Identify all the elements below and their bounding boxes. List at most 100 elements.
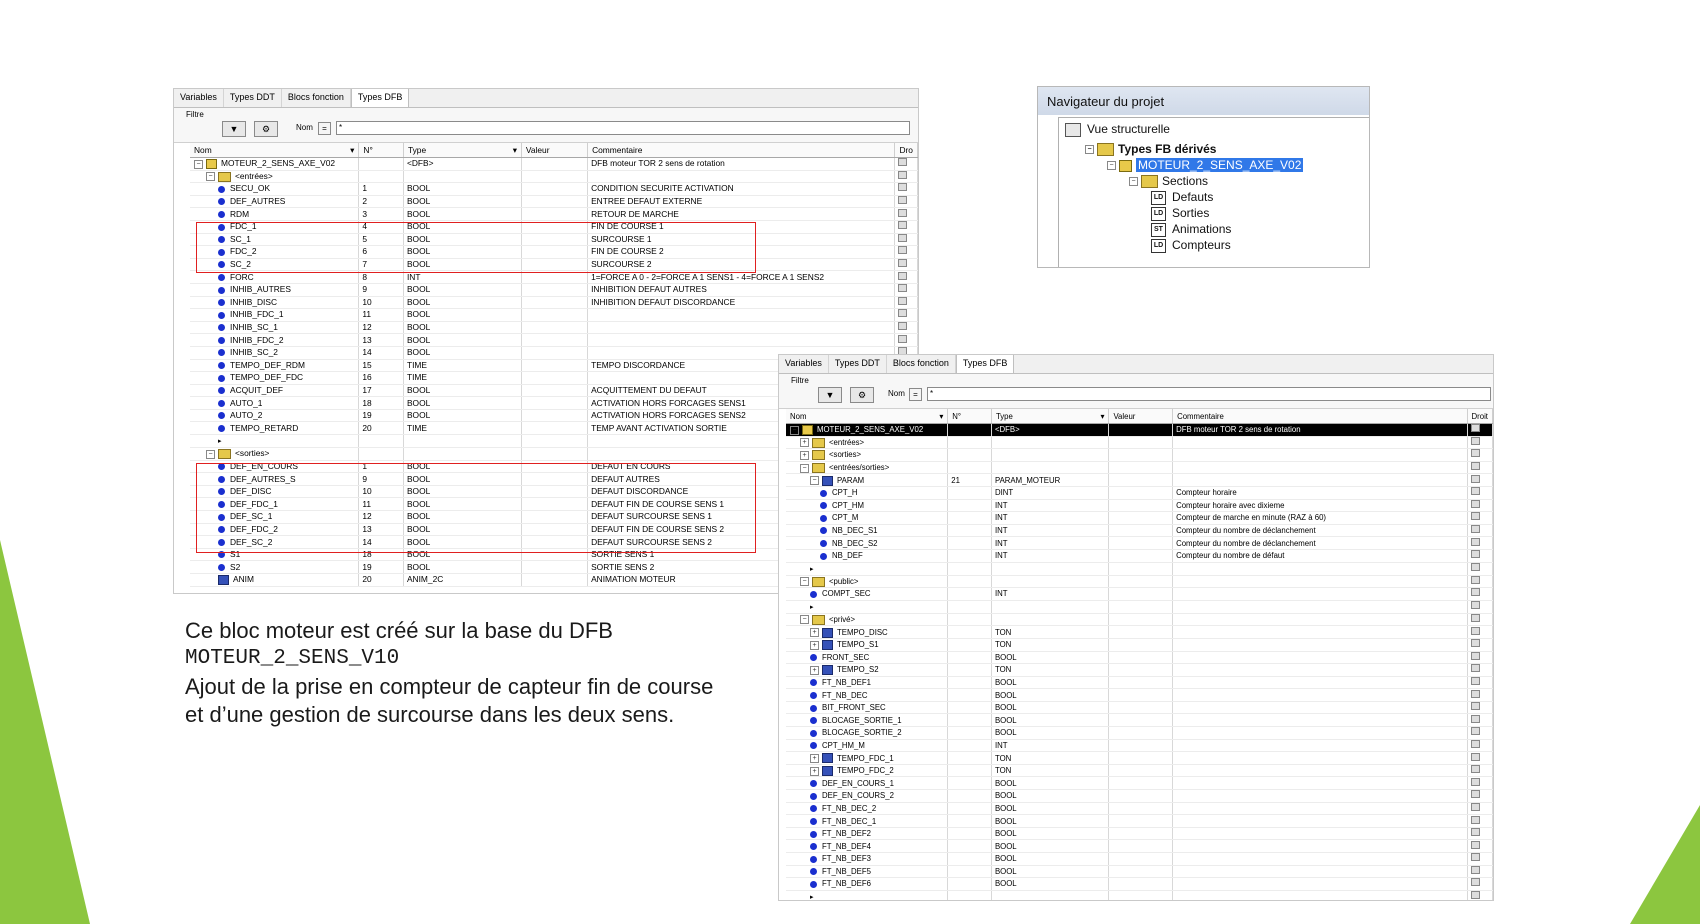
filter-icon[interactable]: ▼ xyxy=(222,121,246,137)
cell-droit[interactable] xyxy=(1467,701,1493,715)
cell-droit[interactable] xyxy=(1467,776,1493,791)
access-rights-icon[interactable] xyxy=(1470,790,1480,799)
filter-input[interactable]: * xyxy=(336,121,910,135)
access-rights-icon[interactable] xyxy=(898,170,908,179)
cell-droit[interactable] xyxy=(1467,651,1493,665)
table-row[interactable]: − <public> xyxy=(786,575,1493,589)
cell-droit[interactable] xyxy=(894,283,918,297)
table-row[interactable]: − MOTEUR_2_SENS_AXE_V02 <DFB> DFB moteur TO… xyxy=(786,423,1493,437)
cell-droit[interactable] xyxy=(1467,676,1493,690)
tab-blocs-fonction[interactable]: Blocs fonction xyxy=(282,89,351,107)
column-header-1[interactable]: N° xyxy=(358,143,404,158)
cell-droit[interactable] xyxy=(1467,625,1493,639)
cell-value[interactable] xyxy=(1108,814,1174,828)
tab-types-ddt[interactable]: Types DDT xyxy=(829,355,887,373)
cell-value[interactable] xyxy=(1108,789,1174,803)
cell-value[interactable] xyxy=(521,447,589,461)
table-row[interactable]: FT_NB_DEC_2 BOOL xyxy=(786,802,1493,816)
cell-value[interactable] xyxy=(1108,651,1174,665)
access-rights-icon[interactable] xyxy=(1470,424,1480,433)
dropdown-arrow-icon[interactable]: ▾ xyxy=(1101,412,1105,421)
cell-droit[interactable] xyxy=(1467,877,1493,891)
access-rights-icon[interactable] xyxy=(1470,651,1480,660)
cell-droit[interactable] xyxy=(1467,448,1493,462)
table-row[interactable]: FT_NB_DEF6 BOOL xyxy=(786,877,1493,891)
dropdown-arrow-icon[interactable]: ▾ xyxy=(939,412,943,421)
access-rights-icon[interactable] xyxy=(1470,550,1480,559)
cell-droit[interactable] xyxy=(1467,890,1493,900)
access-rights-icon[interactable] xyxy=(1470,664,1480,673)
access-rights-icon[interactable] xyxy=(898,284,908,293)
table-row[interactable]: FT_NB_DEF4 BOOL xyxy=(786,839,1493,853)
cell-droit[interactable] xyxy=(1467,688,1493,702)
table-row[interactable]: NB_DEC_S2 INT Compteur du nombre de déclan… xyxy=(786,536,1493,550)
cell-value[interactable] xyxy=(1108,448,1174,462)
tab-blocs-fonction[interactable]: Blocs fonction xyxy=(887,355,956,373)
access-rights-icon[interactable] xyxy=(898,208,908,217)
cell-droit[interactable] xyxy=(894,321,918,335)
cell-value[interactable] xyxy=(1108,436,1174,450)
collapse-icon[interactable]: − xyxy=(790,425,799,435)
section-node-defauts[interactable]: LD Defauts xyxy=(1151,190,1213,205)
cell-droit[interactable] xyxy=(1467,789,1493,803)
table-row[interactable]: + <sorties> xyxy=(786,448,1493,462)
column-header-2[interactable]: Type ▾ xyxy=(991,409,1110,424)
cell-droit[interactable] xyxy=(1467,524,1493,538)
column-header-4[interactable]: Commentaire xyxy=(1172,409,1468,424)
cell-value[interactable] xyxy=(1108,587,1174,601)
table-row[interactable]: ▸ xyxy=(786,890,1493,900)
access-rights-icon[interactable] xyxy=(1470,474,1480,483)
cell-value[interactable] xyxy=(1108,461,1174,475)
cell-value[interactable] xyxy=(1108,890,1174,900)
collapse-icon[interactable]: − xyxy=(1107,161,1116,171)
cell-droit[interactable] xyxy=(1467,536,1493,550)
table-row[interactable]: INHIB_DISC 10 BOOL INHIBITION DEFAUT DISCOR… xyxy=(190,296,918,310)
column-header-0[interactable]: Nom ▾ xyxy=(190,143,360,158)
access-rights-icon[interactable] xyxy=(1470,588,1480,597)
access-rights-icon[interactable] xyxy=(1470,891,1480,900)
table-row[interactable]: − <entrées/sorties> xyxy=(786,461,1493,475)
access-rights-icon[interactable] xyxy=(1470,512,1480,521)
table-row[interactable]: − PARAM 21 PARAM_MOTEUR xyxy=(786,473,1493,487)
cell-droit[interactable] xyxy=(894,182,918,196)
access-rights-icon[interactable] xyxy=(1470,714,1480,723)
table-row[interactable]: FT_NB_DEC BOOL xyxy=(786,688,1493,702)
collapse-icon[interactable]: − xyxy=(1129,177,1138,187)
table-row[interactable]: − <privé> xyxy=(786,613,1493,627)
cell-value[interactable] xyxy=(521,421,589,436)
cell-value[interactable] xyxy=(1108,802,1174,816)
cell-droit[interactable] xyxy=(1467,802,1493,816)
cell-value[interactable] xyxy=(1108,575,1174,589)
cell-value[interactable] xyxy=(1108,625,1174,639)
cell-value[interactable] xyxy=(1108,473,1174,487)
collapse-icon[interactable]: − xyxy=(810,476,819,486)
section-node-animations[interactable]: ST Animations xyxy=(1151,222,1231,237)
access-rights-icon[interactable] xyxy=(1470,487,1480,496)
cell-value[interactable] xyxy=(521,346,589,360)
cell-droit[interactable] xyxy=(894,258,918,272)
column-header-1[interactable]: N° xyxy=(947,409,992,424)
access-rights-icon[interactable] xyxy=(1470,449,1480,458)
access-rights-icon[interactable] xyxy=(1470,752,1480,761)
cell-value[interactable] xyxy=(1108,827,1174,841)
access-rights-icon[interactable] xyxy=(1470,802,1480,811)
cell-value[interactable] xyxy=(1108,764,1174,778)
access-rights-icon[interactable] xyxy=(898,322,908,331)
column-header-4[interactable]: Commentaire xyxy=(587,143,896,158)
cell-value[interactable] xyxy=(521,308,589,322)
cell-value[interactable] xyxy=(521,396,589,410)
tab-variables[interactable]: Variables xyxy=(779,355,829,373)
expand-icon[interactable]: + xyxy=(800,450,809,460)
cell-droit[interactable] xyxy=(1467,587,1493,601)
cell-droit[interactable] xyxy=(894,195,918,209)
cell-value[interactable] xyxy=(521,434,589,449)
table-row[interactable]: DEF_EN_COURS_1 BOOL xyxy=(786,776,1493,791)
cell-droit[interactable] xyxy=(1467,764,1493,778)
expand-icon[interactable]: + xyxy=(800,438,809,448)
cell-value[interactable] xyxy=(1108,536,1174,550)
access-rights-icon[interactable] xyxy=(1470,436,1480,445)
filter-icon[interactable]: ▼ xyxy=(818,387,842,403)
cell-value[interactable] xyxy=(1108,423,1174,437)
cell-value[interactable] xyxy=(521,195,589,209)
access-rights-icon[interactable] xyxy=(1470,878,1480,887)
